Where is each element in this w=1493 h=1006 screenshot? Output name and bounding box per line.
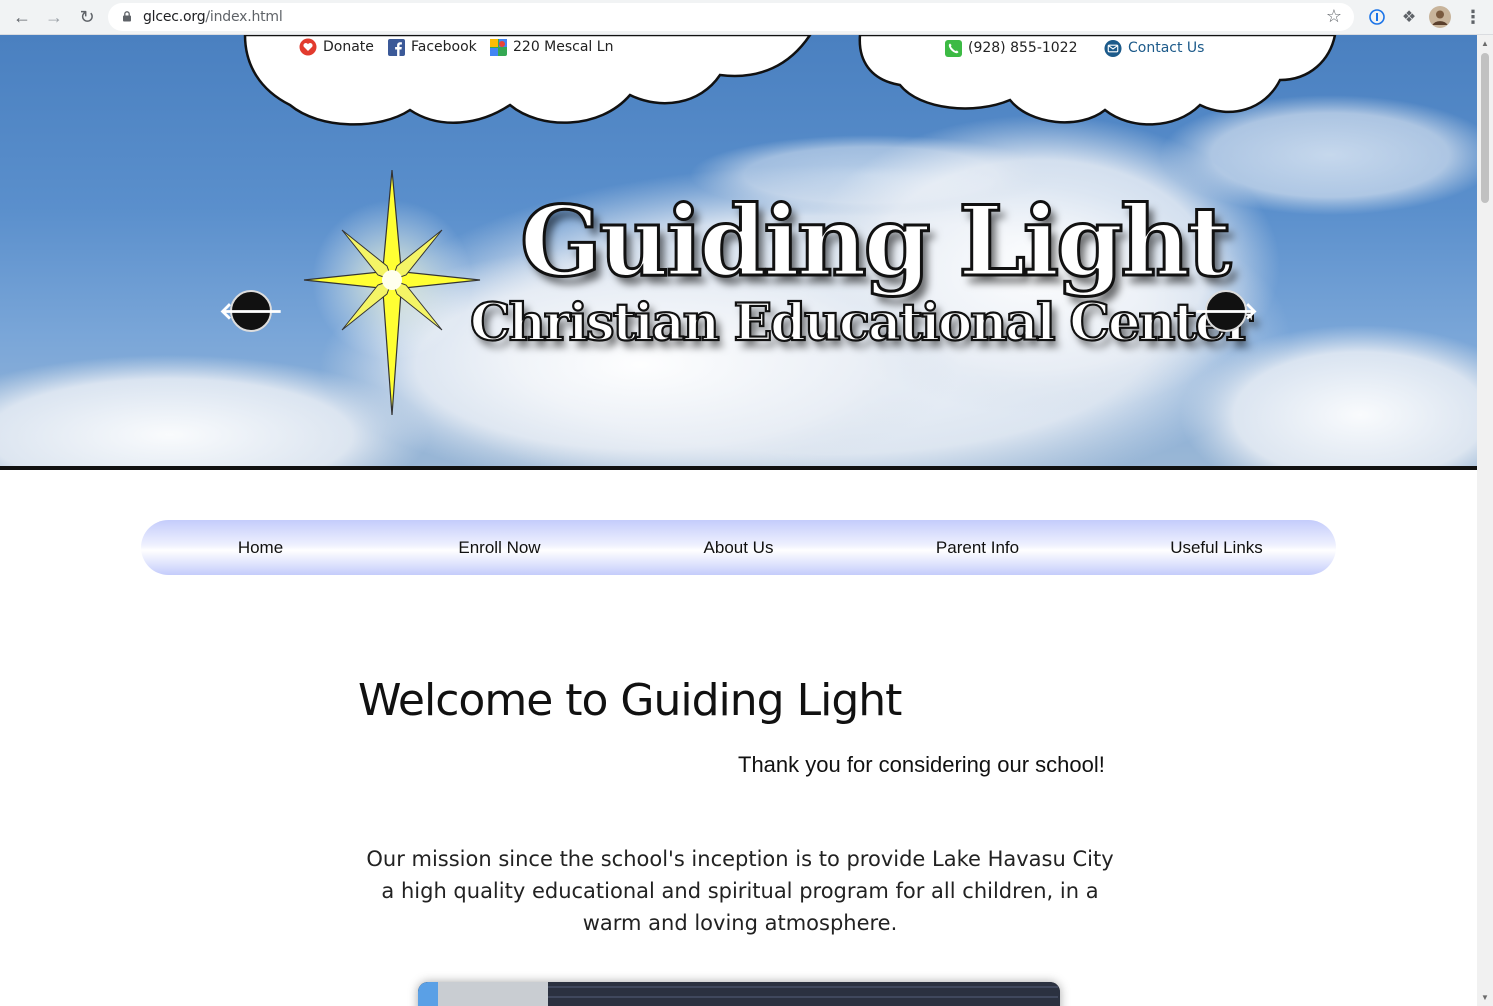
- scroll-up-arrow-icon[interactable]: ▲: [1481, 39, 1489, 48]
- address-bar[interactable]: glcec.org/index.html ☆: [108, 3, 1354, 31]
- page-title: Welcome to Guiding Light: [358, 675, 902, 726]
- heart-icon: [299, 38, 317, 56]
- nav-item-parent-info[interactable]: Parent Info: [858, 538, 1097, 558]
- puzzle-icon[interactable]: ❖: [1398, 6, 1420, 28]
- arrow-right-icon: 🡒: [1193, 298, 1259, 325]
- tagline: Thank you for considering our school!: [738, 752, 1105, 777]
- phone-link[interactable]: (928) 855-1022: [944, 39, 1078, 57]
- slider-next-button[interactable]: 🡒: [1194, 290, 1258, 332]
- mail-icon: [1104, 39, 1122, 57]
- facebook-icon: [387, 38, 405, 56]
- nav-item-enroll-now[interactable]: Enroll Now: [380, 538, 619, 558]
- facebook-link[interactable]: Facebook: [387, 38, 477, 56]
- password-manager-icon[interactable]: [1366, 6, 1388, 28]
- bookmark-star-icon[interactable]: ☆: [1326, 6, 1342, 27]
- map-icon: [489, 38, 507, 56]
- arrow-left-icon: 🡐: [218, 298, 284, 325]
- avatar[interactable]: [1429, 6, 1451, 28]
- school-photo: [418, 982, 1060, 1006]
- hero-banner: Donate Facebook 220 Mescal Ln (928) 855-…: [0, 35, 1477, 470]
- donate-link[interactable]: Donate: [299, 38, 374, 56]
- page-scrollbar[interactable]: ▲ ▼: [1477, 35, 1493, 1006]
- url-text: glcec.org/index.html: [143, 9, 283, 25]
- back-arrow-icon[interactable]: ←: [11, 6, 33, 28]
- phone-label: (928) 855-1022: [968, 40, 1078, 56]
- slider-prev-button[interactable]: 🡐: [219, 290, 283, 332]
- contact-link[interactable]: Contact Us: [1104, 39, 1204, 57]
- facebook-label: Facebook: [411, 39, 477, 55]
- lock-icon: [123, 11, 131, 22]
- forward-arrow-icon[interactable]: →: [43, 6, 65, 28]
- nav-item-useful-links[interactable]: Useful Links: [1097, 538, 1336, 558]
- nav-item-about-us[interactable]: About Us: [619, 538, 858, 558]
- mission-statement: Our mission since the school's inception…: [366, 847, 1114, 935]
- phone-icon: [944, 39, 962, 57]
- address-link[interactable]: 220 Mescal Ln: [489, 38, 613, 56]
- scroll-down-arrow-icon[interactable]: ▼: [1481, 993, 1489, 1002]
- nav-item-home[interactable]: Home: [141, 538, 380, 558]
- contact-label: Contact Us: [1128, 40, 1205, 56]
- site-title: Guiding Light: [519, 184, 1233, 300]
- address-label: 220 Mescal Ln: [513, 39, 614, 55]
- donate-label: Donate: [323, 39, 374, 55]
- scroll-thumb[interactable]: [1481, 53, 1489, 203]
- page-viewport: Donate Facebook 220 Mescal Ln (928) 855-…: [0, 35, 1477, 1006]
- reload-icon[interactable]: ↻: [76, 6, 98, 28]
- site-subtitle: Christian Educational Center: [469, 292, 1254, 354]
- browser-toolbar: ← → ↻ glcec.org/index.html ☆ ❖ ⋮: [0, 0, 1493, 35]
- kebab-menu-icon[interactable]: ⋮: [1462, 6, 1484, 28]
- main-nav: Home Enroll Now About Us Parent Info Use…: [141, 520, 1336, 575]
